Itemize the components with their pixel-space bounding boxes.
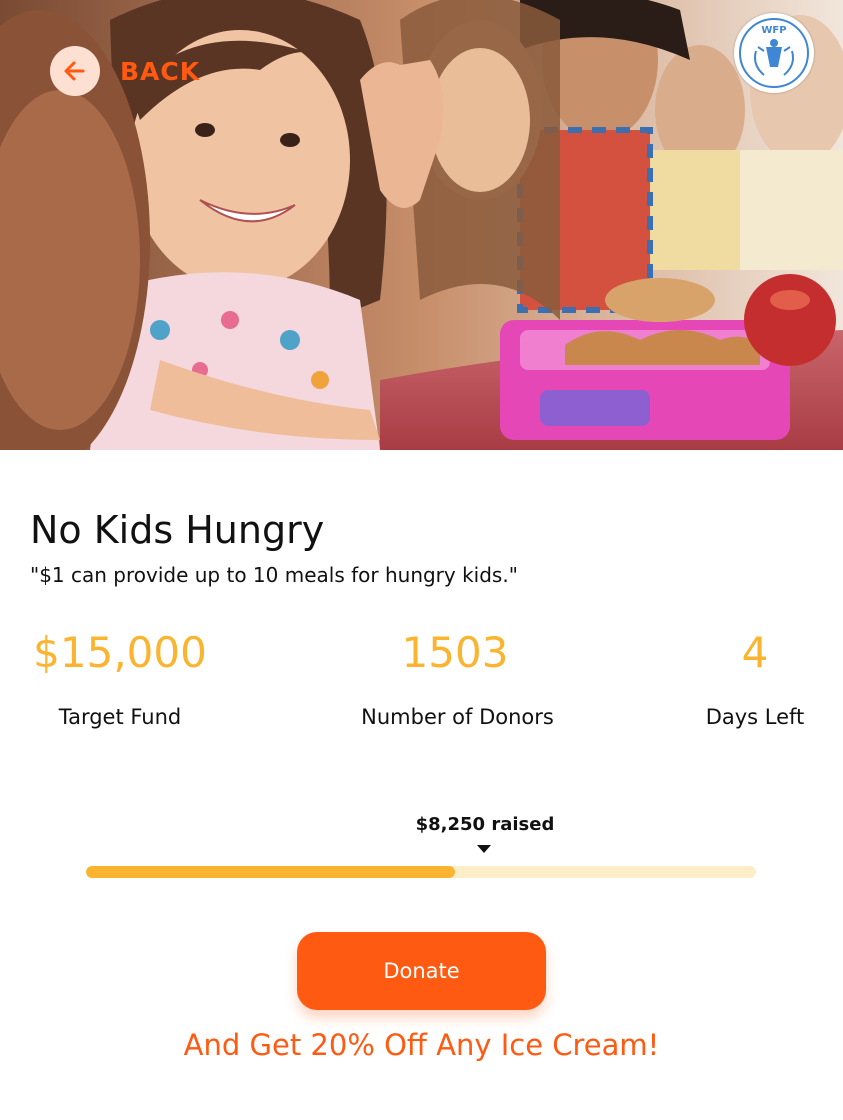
raised-amount-label: $8,250 raised	[415, 814, 555, 835]
progress-pointer	[477, 845, 491, 853]
campaign-title: No Kids Hungry	[30, 508, 325, 552]
wfp-logo: WFP	[734, 13, 814, 93]
target-fund-value: $15,000	[33, 628, 207, 677]
days-left-label: Days Left	[705, 705, 805, 729]
days-left-value: 4	[741, 628, 769, 677]
campaign-quote: "$1 can provide up to 10 meals for hungr…	[30, 563, 518, 587]
hero-photo: BACK WFP	[0, 0, 843, 450]
wfp-logo-icon: WFP	[739, 18, 809, 88]
arrow-left-icon	[64, 61, 85, 81]
promo-text: And Get 20% Off Any Ice Cream!	[183, 1028, 660, 1062]
progress-track	[86, 866, 756, 878]
donors-count-label: Number of Donors	[361, 705, 554, 729]
donors-count-value: 1503	[401, 628, 509, 677]
back-button[interactable]: BACK	[50, 46, 200, 96]
back-arrow-circle[interactable]	[50, 46, 100, 96]
progress-fill	[86, 866, 455, 878]
target-fund-label: Target Fund	[58, 705, 182, 729]
back-label[interactable]: BACK	[120, 57, 200, 86]
donate-button[interactable]: Donate	[297, 932, 546, 1010]
wfp-logo-text: WFP	[761, 25, 786, 36]
